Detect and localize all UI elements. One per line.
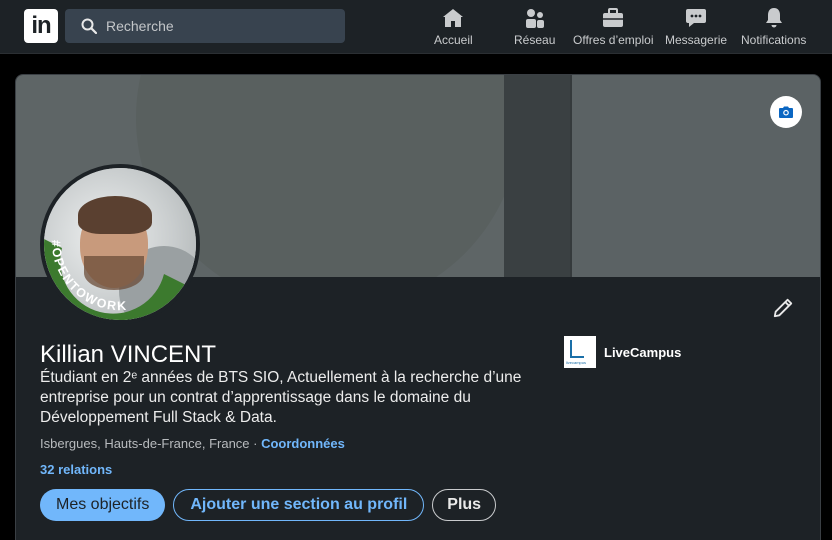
contact-info-link[interactable]: Coordonnées bbox=[261, 436, 345, 451]
profile-photo[interactable]: #OPENTOWORK bbox=[40, 164, 200, 324]
edit-intro-button[interactable] bbox=[770, 295, 796, 321]
nav-item-home[interactable]: Accueil bbox=[434, 6, 473, 47]
messaging-icon bbox=[686, 9, 707, 27]
nav-label: Messagerie bbox=[665, 33, 728, 47]
logo-mark bbox=[570, 356, 584, 358]
network-icon bbox=[525, 9, 544, 28]
banner-shape bbox=[504, 75, 572, 277]
more-button[interactable]: Plus bbox=[432, 489, 497, 521]
profile-location-line: Isbergues, Hauts-de-France, France · Coo… bbox=[40, 436, 345, 451]
current-company[interactable]: livecampus LiveCampus bbox=[564, 336, 681, 368]
svg-text:#OPENTOWORK: #OPENTOWORK bbox=[49, 240, 128, 314]
goals-button[interactable]: Mes objectifs bbox=[40, 489, 166, 521]
bell-icon bbox=[765, 8, 782, 28]
nav-label: Réseau bbox=[514, 33, 556, 47]
search-icon bbox=[81, 18, 97, 34]
profile-name: Killian VINCENT bbox=[40, 341, 217, 368]
profile-location: Isbergues, Hauts-de-France, France · bbox=[40, 436, 262, 451]
search-box[interactable] bbox=[65, 9, 345, 43]
company-name: LiveCampus bbox=[604, 344, 682, 360]
nav-item-jobs[interactable]: Offres d’emploi bbox=[573, 6, 653, 47]
linkedin-logo[interactable]: in bbox=[24, 9, 58, 43]
company-logo: livecampus bbox=[564, 336, 596, 368]
nav-label: Offres d’emploi bbox=[573, 33, 654, 47]
search-input[interactable] bbox=[106, 18, 326, 34]
edit-banner-button[interactable] bbox=[770, 96, 802, 128]
camera-icon bbox=[779, 106, 793, 118]
briefcase-icon bbox=[603, 8, 624, 27]
profile-card: #OPENTOWORK Killian VINCENT Étudiant en … bbox=[15, 74, 821, 540]
profile-headline: Étudiant en 2ᵉ années de BTS SIO, Actuel… bbox=[40, 369, 522, 426]
company-logo-text: livecampus bbox=[566, 360, 587, 365]
nav-label: Notifications bbox=[741, 33, 807, 47]
pencil-icon bbox=[773, 298, 793, 318]
nav-item-network[interactable]: Réseau bbox=[514, 6, 555, 47]
logo-text: in bbox=[31, 12, 51, 39]
nav-item-notifications[interactable]: Notifications bbox=[741, 6, 806, 47]
open-to-work-badge: #OPENTOWORK bbox=[49, 240, 127, 314]
open-to-work-frame: #OPENTOWORK bbox=[44, 239, 188, 320]
add-profile-section-button[interactable]: Ajouter une section au profil bbox=[173, 489, 425, 521]
top-navigation-bar: in Accueil Réseau bbox=[0, 0, 832, 54]
nav-label: Accueil bbox=[434, 33, 473, 47]
nav-item-messaging[interactable]: Messagerie bbox=[665, 6, 727, 47]
connections-link[interactable]: 32 relations bbox=[40, 462, 112, 477]
profile-actions: Mes objectifs Ajouter une section au pro… bbox=[40, 489, 497, 521]
home-icon bbox=[443, 9, 464, 27]
